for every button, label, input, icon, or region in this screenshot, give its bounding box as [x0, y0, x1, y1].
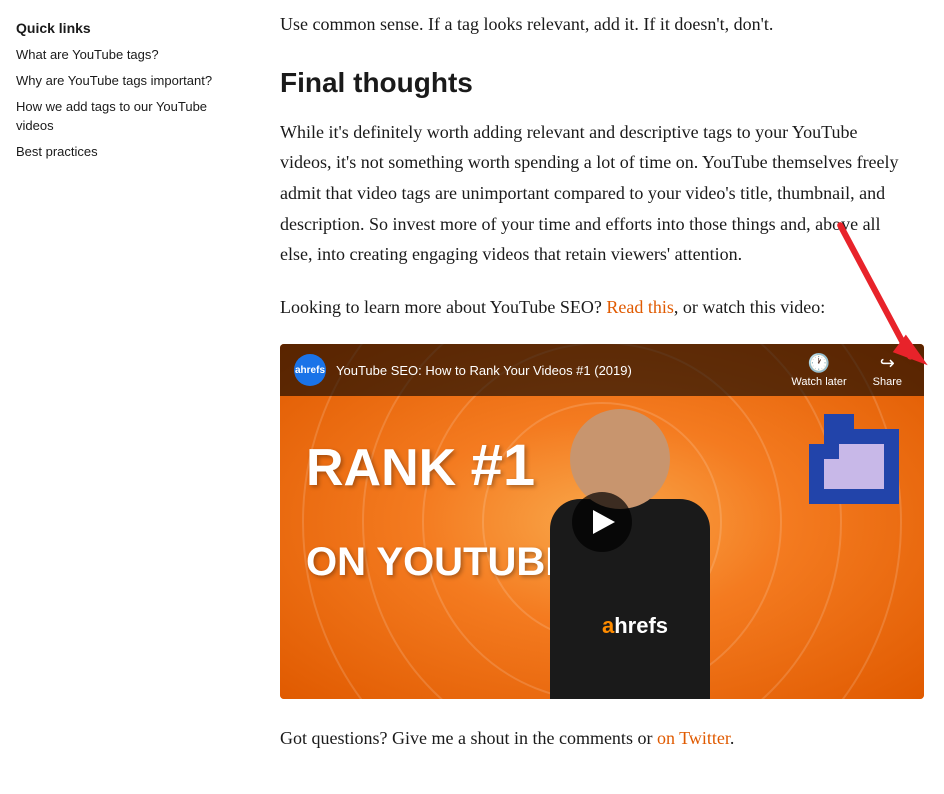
sidebar-link-what-are-tags[interactable]: What are YouTube tags?	[16, 46, 220, 64]
footer-text-prefix: Got questions? Give me a shout in the co…	[280, 728, 652, 748]
channel-avatar-text: ahrefs	[295, 365, 325, 376]
video-wrapper: ahrefs YouTube SEO: How to Rank Your Vid…	[280, 344, 924, 699]
sidebar: Quick links What are YouTube tags? Why a…	[0, 0, 240, 794]
sidebar-nav-list: What are YouTube tags? Why are YouTube t…	[16, 46, 220, 161]
intro-paragraph: Use common sense. If a tag looks relevan…	[280, 0, 900, 39]
video-title: YouTube SEO: How to Rank Your Videos #1 …	[336, 363, 773, 378]
read-this-link[interactable]: Read this	[606, 297, 674, 317]
twitter-link[interactable]: on Twitter	[657, 728, 730, 748]
sidebar-title: Quick links	[16, 20, 220, 36]
paragraph2-prefix: Looking to learn more about YouTube SEO?	[280, 297, 602, 317]
play-button[interactable]	[572, 492, 632, 552]
pixel-thumbs-icon	[804, 404, 914, 554]
channel-avatar: ahrefs	[294, 354, 326, 386]
video-embed[interactable]: ahrefs YouTube SEO: How to Rank Your Vid…	[280, 344, 924, 699]
sidebar-item-best-practices[interactable]: Best practices	[16, 143, 220, 161]
person-head	[570, 409, 670, 509]
play-triangle-icon	[593, 510, 615, 534]
thumbs-up-svg	[804, 404, 914, 554]
sidebar-link-how-add[interactable]: How we add tags to our YouTube videos	[16, 98, 220, 134]
share-button[interactable]: ↪ Share	[865, 349, 910, 392]
paragraph2-suffix: , or watch this video:	[674, 297, 825, 317]
sidebar-item-why-important[interactable]: Why are YouTube tags important?	[16, 72, 220, 90]
main-content: Use common sense. If a tag looks relevan…	[240, 0, 940, 794]
final-thoughts-paragraph2: Looking to learn more about YouTube SEO?…	[280, 292, 900, 323]
brand-a: a	[602, 613, 614, 638]
person-figure: ahrefs	[540, 459, 720, 699]
sidebar-item-what-are-tags[interactable]: What are YouTube tags?	[16, 46, 220, 64]
footer-paragraph: Got questions? Give me a shout in the co…	[280, 723, 900, 754]
footer-end: .	[730, 728, 735, 748]
final-thoughts-heading: Final thoughts	[280, 67, 900, 99]
shirt-brand: ahrefs	[560, 613, 710, 639]
sidebar-link-best-practices[interactable]: Best practices	[16, 143, 220, 161]
sidebar-link-why-important[interactable]: Why are YouTube tags important?	[16, 72, 220, 90]
quick-links-nav: What are YouTube tags? Why are YouTube t…	[16, 46, 220, 161]
watch-later-button[interactable]: 🕐 Watch later	[783, 349, 854, 392]
share-label: Share	[873, 376, 902, 388]
final-thoughts-paragraph1: While it's definitely worth adding relev…	[280, 117, 900, 270]
brand-rest: hrefs	[614, 613, 668, 638]
watch-later-icon: 🕐	[808, 353, 830, 374]
video-top-bar: ahrefs YouTube SEO: How to Rank Your Vid…	[280, 344, 924, 396]
share-icon: ↪	[880, 353, 895, 374]
sidebar-item-how-add[interactable]: How we add tags to our YouTube videos	[16, 98, 220, 134]
watch-later-label: Watch later	[791, 376, 846, 388]
